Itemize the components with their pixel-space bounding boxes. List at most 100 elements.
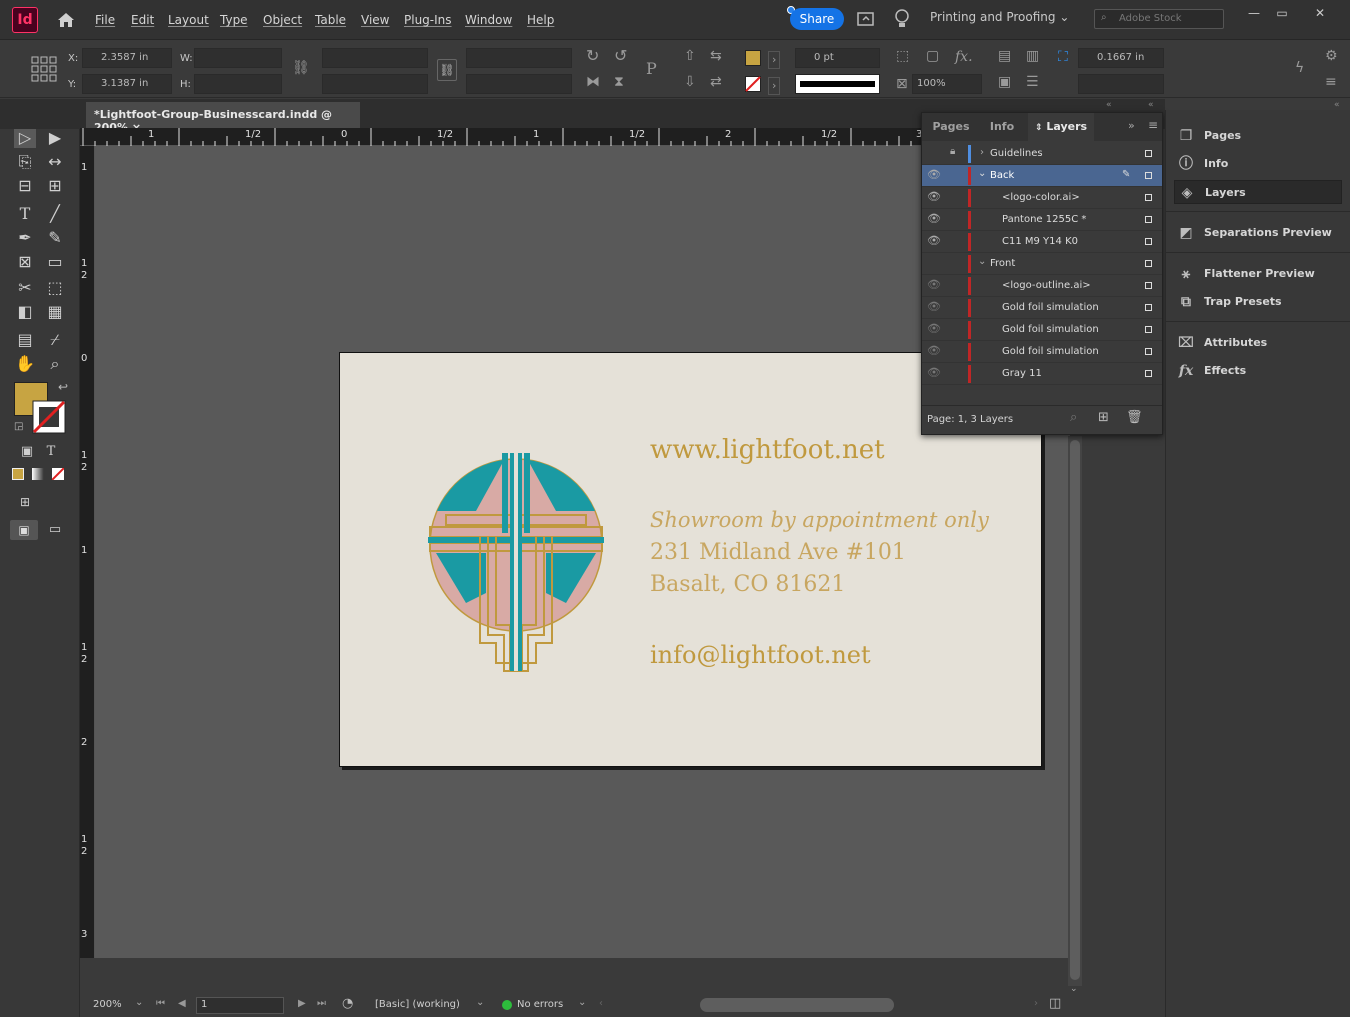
home-icon[interactable] — [56, 10, 76, 30]
dock-item-trap-presets[interactable]: ⧉ Trap Presets — [1174, 290, 1342, 314]
lock-icon[interactable]: 🔒︎ — [950, 146, 955, 157]
corner-options-select[interactable] — [1078, 74, 1164, 94]
tab-info[interactable]: Info — [978, 113, 1026, 141]
preflight-errors[interactable]: No errors — [517, 999, 563, 1010]
zoom-dropdown-icon[interactable]: ⌄ — [135, 997, 143, 1008]
menu-type[interactable]: Type — [220, 13, 248, 27]
new-layer-icon[interactable]: ⊞ — [1098, 410, 1109, 425]
rectangle-tool-icon[interactable]: ▭ — [44, 252, 66, 272]
w-field[interactable] — [194, 48, 282, 68]
gradient-swatch-tool-icon[interactable]: ◧ — [14, 302, 36, 322]
tab-pages[interactable]: Pages — [926, 113, 976, 141]
swap-colors-icon[interactable]: ↩ — [58, 380, 68, 394]
rotate-ccw-icon[interactable]: ↺ — [614, 48, 627, 64]
preview-mode-icon[interactable]: ▭ — [44, 520, 66, 540]
share-button[interactable]: Share — [790, 8, 844, 30]
visibility-eye-icon[interactable]: 👁︎ — [926, 234, 942, 250]
stroke-type-select[interactable] — [795, 74, 880, 94]
page-tool-icon[interactable]: ⎘ — [14, 152, 36, 172]
scroll-left-icon[interactable]: ‹ — [599, 998, 603, 1009]
rotate-cw-icon[interactable]: ↻ — [586, 48, 599, 64]
gap-tool-icon[interactable]: ↔ — [44, 152, 66, 172]
stroke-dropdown-icon[interactable]: › — [768, 77, 781, 95]
vertical-scroll-thumb[interactable] — [1070, 440, 1080, 980]
menu-view[interactable]: View — [361, 13, 389, 27]
zoom-level[interactable]: 200% — [93, 999, 122, 1010]
dock-item-attributes[interactable]: ⌧ Attributes — [1174, 331, 1342, 355]
layer-target[interactable] — [1145, 348, 1152, 355]
last-page-icon[interactable]: ⏭ — [317, 998, 326, 1009]
stroke-none-swatch[interactable] — [745, 76, 761, 92]
rectangle-frame-tool-icon[interactable]: ⊠ — [14, 252, 36, 272]
formatting-text-icon[interactable]: T — [40, 442, 62, 462]
layer-row-gray[interactable]: 👁︎ Gray 11 — [922, 363, 1162, 385]
maximize-icon[interactable]: ▭ — [1271, 6, 1293, 24]
pen-tool-icon[interactable]: ✒ — [14, 228, 36, 248]
chevron-right-icon[interactable]: › — [980, 147, 984, 158]
select-container-icon[interactable]: ⇧ — [684, 49, 696, 63]
hand-tool-icon[interactable]: ✋ — [14, 354, 36, 374]
scissors-tool-icon[interactable]: ✂ — [14, 278, 36, 298]
dock-item-effects[interactable]: fx Effects — [1174, 359, 1342, 383]
trash-icon[interactable]: 🗑︎ — [1126, 410, 1143, 425]
apply-gradient-icon[interactable] — [32, 468, 44, 480]
shear-field[interactable] — [466, 74, 572, 94]
collapse-panel-icon[interactable]: « — [1106, 100, 1112, 110]
layer-target[interactable] — [1145, 150, 1152, 157]
layer-target[interactable] — [1145, 304, 1152, 311]
previous-page-icon[interactable]: ◀ — [178, 998, 186, 1009]
publish-online-icon[interactable] — [856, 9, 876, 29]
lightfoot-logo[interactable] — [426, 453, 606, 675]
layer-row-gold-foil[interactable]: 👁︎ Gold foil simulation — [922, 341, 1162, 363]
flip-vertical-icon[interactable]: ⧗ — [614, 75, 624, 89]
visibility-eye-icon[interactable]: 👁︎ — [926, 300, 942, 316]
visibility-eye-icon[interactable]: 👁︎ — [926, 168, 942, 184]
screen-mode-icon[interactable]: ⊞ — [14, 492, 36, 512]
offset-field[interactable]: 0.1667 in — [1078, 48, 1164, 68]
flip-horizontal-icon[interactable]: ⧓ — [586, 75, 600, 89]
layer-row-gold-foil[interactable]: 👁︎ Gold foil simulation — [922, 319, 1162, 341]
next-page-icon[interactable]: ▶ — [298, 998, 306, 1009]
constrain-proportions-icon[interactable]: ⛓ — [292, 61, 310, 75]
apply-color-icon[interactable] — [12, 468, 24, 480]
dock-item-info[interactable]: ⓘ Info — [1174, 152, 1342, 176]
lightbulb-icon[interactable] — [893, 8, 911, 30]
fill-swatch[interactable] — [745, 50, 761, 66]
content-placer-icon[interactable]: ⊞ — [44, 176, 66, 196]
layer-row-pantone[interactable]: 👁︎ Pantone 1255C * — [922, 209, 1162, 231]
menu-plugins[interactable]: Plug-Ins — [404, 13, 452, 27]
collapse-panel-icon[interactable]: » — [1128, 119, 1135, 132]
minimize-icon[interactable]: — — [1243, 6, 1265, 24]
workspace-switcher[interactable]: Printing and Proofing ⌄ — [930, 10, 1078, 30]
visibility-eye-icon[interactable]: 👁︎ — [926, 190, 942, 206]
dock-item-pages[interactable]: ❐ Pages — [1174, 124, 1342, 148]
select-next-icon[interactable]: ⇄ — [710, 75, 722, 89]
menu-window[interactable]: Window — [465, 13, 512, 27]
visibility-eye-icon[interactable]: 👁︎ — [926, 344, 942, 360]
adobe-stock-search[interactable]: ⌕ Adobe Stock — [1094, 9, 1224, 29]
layer-target[interactable] — [1145, 282, 1152, 289]
menu-file[interactable]: File — [95, 13, 115, 27]
distribute-icon[interactable]: ▣ — [998, 75, 1011, 89]
default-colors-icon[interactable]: ◲ — [14, 421, 23, 432]
open-doc-icon[interactable]: ◔ — [342, 996, 353, 1011]
note-tool-icon[interactable]: ▤ — [14, 330, 36, 350]
layer-row-cmyk[interactable]: 👁︎ C11 M9 Y14 K0 — [922, 231, 1162, 253]
stroke-color-swatch[interactable] — [32, 400, 66, 434]
address-line-2[interactable]: Basalt, CO 81621 — [650, 572, 845, 597]
pencil-tool-icon[interactable]: ✎ — [44, 228, 66, 248]
apply-none-icon[interactable] — [52, 468, 64, 480]
layer-row-logo-color[interactable]: 👁︎ <logo-color.ai> — [922, 187, 1162, 209]
direct-selection-tool-icon[interactable]: ▶ — [44, 128, 66, 148]
layer-row-guidelines[interactable]: 🔒︎ › Guidelines — [922, 143, 1162, 165]
chevron-down-icon[interactable]: ⌄ — [978, 256, 986, 267]
showroom-text[interactable]: Showroom by appointment only — [650, 508, 989, 532]
menu-help[interactable]: Help — [527, 13, 554, 27]
dock-item-flattener-preview[interactable]: ⚹ Flattener Preview — [1174, 262, 1342, 286]
free-transform-tool-icon[interactable]: ⬚ — [44, 278, 66, 298]
panel-menu-icon[interactable]: ≡ — [1148, 118, 1158, 132]
align-center-icon[interactable]: ▥ — [1026, 49, 1039, 63]
settings-gear-icon[interactable]: ⚙ — [1325, 49, 1338, 63]
y-field[interactable]: 3.1387 in — [82, 74, 172, 94]
panel-menu-icon[interactable]: ≡ — [1325, 75, 1337, 89]
